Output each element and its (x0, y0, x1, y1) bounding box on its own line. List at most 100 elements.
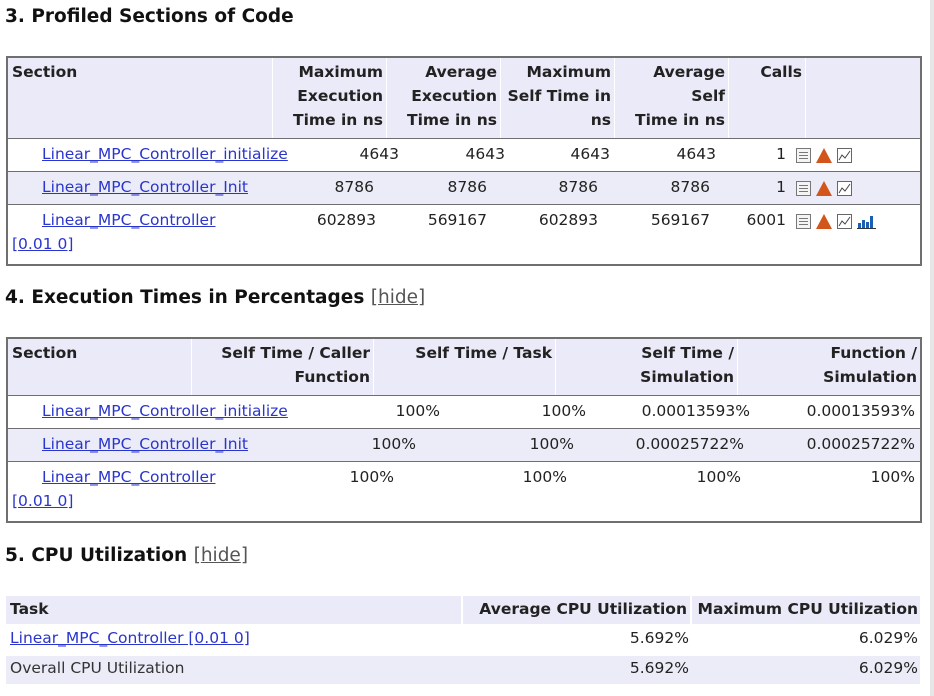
section-link[interactable]: Linear_MPC_Controller (42, 468, 215, 486)
func-sim-value: 0.00025722% (806, 435, 915, 453)
max-cpu-value: 6.029% (858, 659, 918, 677)
self-task-value: 100% (529, 435, 574, 453)
avg-exec-value: 8786 (447, 178, 487, 196)
header-max-cpu: Maximum CPU Utilization (692, 596, 920, 624)
section-link[interactable]: Linear_MPC_Controller_Init (42, 435, 248, 453)
task-label: Overall CPU Utilization (10, 659, 185, 677)
table-header: Task Average CPU Utilization Maximum CPU… (6, 596, 920, 624)
header-avg-exec: Average Execution Time in ns (387, 58, 501, 138)
self-task-value: 100% (541, 402, 586, 420)
self-caller-value: 100% (395, 402, 440, 420)
max-self-value: 602893 (538, 211, 598, 229)
matlab-icon[interactable] (816, 148, 832, 163)
section-link[interactable]: Linear_MPC_Controller_initialize (42, 145, 288, 163)
header-text: Function (294, 368, 370, 386)
max-cpu-value: 6.029% (858, 629, 918, 647)
table-header: Section Maximum Execution Time in ns Ave… (8, 58, 920, 138)
self-task-value: 100% (522, 468, 567, 486)
header-text: Function / (830, 344, 917, 362)
row-actions (796, 181, 852, 196)
table-header: Section Self Time / Caller Function Self… (8, 339, 920, 395)
header-text: Time in ns (635, 111, 725, 129)
table-row: Linear_MPC_Controller [0.01 0] 5.692% 6.… (6, 626, 920, 654)
section-5-title: 5. CPU Utilization [hide] (5, 545, 248, 566)
report-icon[interactable] (796, 181, 811, 196)
avg-self-value: 4643 (676, 145, 716, 163)
calls-value: 6001 (746, 211, 786, 229)
header-self-task: Self Time / Task (374, 339, 556, 395)
self-caller-value: 100% (349, 468, 394, 486)
report-icon[interactable] (796, 214, 811, 229)
table-row: Linear_MPC_Controller_Init 100% 100% 0.0… (8, 428, 920, 462)
self-caller-value: 100% (371, 435, 416, 453)
avg-cpu-value: 5.692% (629, 629, 689, 647)
avg-self-value: 8786 (670, 178, 710, 196)
table-row: Linear_MPC_Controller_Init 8786 8786 878… (8, 171, 920, 205)
avg-cpu-value: 5.692% (629, 659, 689, 677)
matlab-icon[interactable] (816, 181, 832, 196)
profiled-sections-table: Section Maximum Execution Time in ns Ave… (6, 56, 922, 266)
hide-link[interactable]: hide (201, 545, 241, 566)
table-row: Overall CPU Utilization 5.692% 6.029% (6, 656, 920, 684)
matlab-icon[interactable] (816, 214, 832, 229)
section-link[interactable]: Linear_MPC_Controller_Init (42, 178, 248, 196)
table-row: Linear_MPC_Controller_initialize 4643 46… (8, 138, 920, 172)
task-link[interactable]: Linear_MPC_Controller [0.01 0] (10, 629, 250, 647)
section-rate-link[interactable]: [0.01 0] (12, 492, 73, 510)
header-avg-self: Average Self Time in ns (615, 58, 729, 138)
avg-self-value: 569167 (650, 211, 710, 229)
row-actions (796, 148, 852, 163)
max-exec-value: 8786 (334, 178, 374, 196)
row-actions (796, 214, 876, 229)
header-text: Time in ns (407, 111, 497, 129)
self-sim-value: 100% (696, 468, 741, 486)
header-text: ns (590, 111, 611, 129)
section-4-title: 4. Execution Times in Percentages [hide] (5, 287, 425, 308)
bar-chart-icon[interactable] (857, 214, 876, 229)
self-sim-value: 0.00013593% (641, 402, 750, 420)
max-exec-value: 602893 (316, 211, 376, 229)
section-3-title: 3. Profiled Sections of Code (5, 6, 294, 27)
header-self-sim: Self Time / Simulation (556, 339, 738, 395)
header-text: Time in ns (293, 111, 383, 129)
avg-exec-value: 4643 (465, 145, 505, 163)
max-self-value: 4643 (570, 145, 610, 163)
plot-icon[interactable] (837, 214, 852, 229)
header-text: Average Self (653, 63, 725, 105)
header-max-exec: Maximum Execution Time in ns (273, 58, 387, 138)
header-task: Task (6, 596, 463, 624)
header-max-self: Maximum Self Time in ns (501, 58, 615, 138)
hide-toggle: [hide] (370, 287, 426, 308)
header-func-sim: Function / Simulation (738, 339, 920, 395)
func-sim-value: 0.00013593% (806, 402, 915, 420)
avg-exec-value: 569167 (427, 211, 487, 229)
table-row: Linear_MPC_Controller [0.01 0] 602893 56… (8, 204, 920, 263)
report-icon[interactable] (796, 148, 811, 163)
header-avg-cpu: Average CPU Utilization (463, 596, 692, 624)
section-rate-link[interactable]: [0.01 0] (12, 235, 73, 253)
header-text: Execution (411, 87, 497, 105)
header-text: Execution (297, 87, 383, 105)
header-text: Maximum (298, 63, 383, 81)
func-sim-value: 100% (870, 468, 915, 486)
table-row: Linear_MPC_Controller_initialize 100% 10… (8, 395, 920, 429)
hide-link[interactable]: hide (378, 287, 418, 308)
max-exec-value: 4643 (359, 145, 399, 163)
plot-icon[interactable] (837, 148, 852, 163)
self-sim-value: 0.00025722% (635, 435, 744, 453)
hide-toggle: [hide] (193, 545, 249, 566)
header-section: Section (8, 339, 192, 395)
section-title-text: 5. CPU Utilization (5, 545, 188, 566)
section-link[interactable]: Linear_MPC_Controller (42, 211, 215, 229)
header-section: Section (8, 58, 273, 138)
page-scrollbar[interactable] (930, 0, 934, 696)
calls-value: 1 (776, 178, 786, 196)
plot-icon[interactable] (837, 181, 852, 196)
execution-percentages-table: Section Self Time / Caller Function Self… (6, 337, 922, 523)
header-text: Simulation (823, 368, 917, 386)
header-actions (806, 58, 920, 138)
header-self-caller: Self Time / Caller Function (192, 339, 374, 395)
cpu-utilization-table: Task Average CPU Utilization Maximum CPU… (6, 596, 920, 686)
header-text: Simulation (640, 368, 734, 386)
section-link[interactable]: Linear_MPC_Controller_initialize (42, 402, 288, 420)
